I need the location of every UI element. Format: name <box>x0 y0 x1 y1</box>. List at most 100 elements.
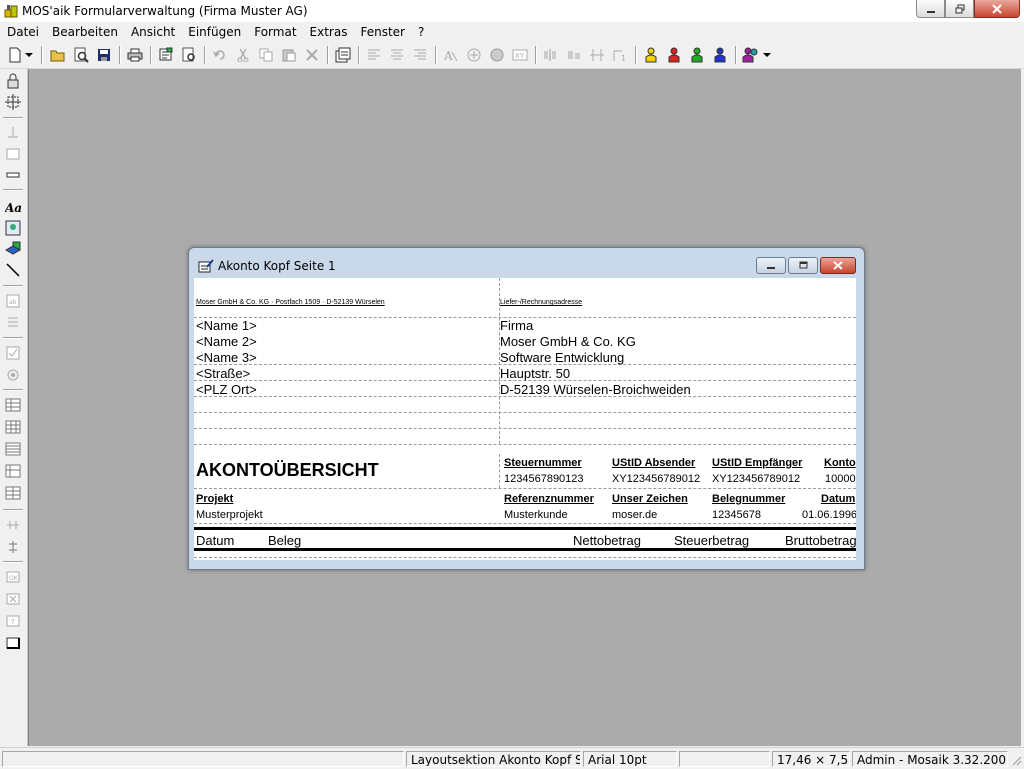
column-steuerbetrag[interactable]: Steuerbetrag <box>674 533 749 548</box>
table-tool-2[interactable] <box>5 419 21 435</box>
user-yellow-button[interactable] <box>642 46 660 64</box>
column-nettobetrag[interactable]: Nettobetrag <box>573 533 641 548</box>
users-dropdown-button[interactable] <box>762 46 772 64</box>
column-beleg[interactable]: Beleg <box>268 533 301 548</box>
sender-address-line-1[interactable]: Firma <box>500 318 533 333</box>
header-belegnummer[interactable]: Belegnummer <box>712 493 785 505</box>
menu-datei[interactable]: Datei <box>0 25 45 39</box>
snap-button[interactable]: 1 <box>611 46 629 64</box>
print-preview-button[interactable] <box>157 46 175 64</box>
line-field-tool[interactable] <box>5 167 21 183</box>
copy-button[interactable] <box>257 46 275 64</box>
user-green-button[interactable] <box>688 46 706 64</box>
child-close-button[interactable] <box>820 257 856 274</box>
table-tool-5[interactable] <box>5 485 21 501</box>
distribute-tool-2[interactable] <box>5 539 21 555</box>
close-button[interactable] <box>974 0 1020 18</box>
cancel-tool[interactable] <box>5 591 21 607</box>
sender-address-line-2[interactable]: Moser GmbH & Co. KG <box>500 334 636 349</box>
help-tool[interactable]: ? <box>5 613 21 629</box>
table-tool-1[interactable] <box>5 397 21 413</box>
cursor-tool[interactable] <box>5 124 21 140</box>
frame-tool[interactable] <box>5 635 21 651</box>
image-tool[interactable] <box>5 220 21 236</box>
check-tool[interactable] <box>5 345 21 361</box>
align-center-button[interactable] <box>388 46 406 64</box>
ok-tool[interactable]: OK <box>5 569 21 585</box>
header-unser-zeichen[interactable]: Unser Zeichen <box>612 493 688 505</box>
value-unser-zeichen[interactable]: moser.de <box>612 509 657 521</box>
save-button[interactable] <box>95 46 113 64</box>
arrange-button[interactable] <box>542 46 560 64</box>
users-button[interactable] <box>742 46 760 64</box>
header-projekt[interactable]: Projekt <box>196 493 233 505</box>
menu-extras[interactable]: Extras <box>303 25 354 39</box>
new-dropdown-button[interactable] <box>24 46 34 64</box>
header-referenznummer[interactable]: Referenznummer <box>504 493 594 505</box>
search-button[interactable] <box>72 46 90 64</box>
child-minimize-button[interactable] <box>756 257 786 274</box>
text-tool[interactable]: Aa <box>5 199 21 215</box>
child-restore-button[interactable] <box>788 257 818 274</box>
option-tool[interactable] <box>5 367 21 383</box>
print-button[interactable] <box>126 46 144 64</box>
header-konto[interactable]: Konto <box>824 457 856 469</box>
table-tool-3[interactable] <box>5 441 21 457</box>
value-projekt[interactable]: Musterprojekt <box>196 509 263 521</box>
line-tool[interactable] <box>5 262 21 278</box>
open-button[interactable] <box>49 46 67 64</box>
menu-format[interactable]: Format <box>247 25 302 39</box>
form-heading[interactable]: AKONTOÜBERSICHT <box>196 460 379 481</box>
form-layout-canvas[interactable]: Moser GmbH & Co. KG · Postfach 1509 · D-… <box>194 278 856 560</box>
placeholder-name-3[interactable]: <Name 3> <box>196 350 257 365</box>
lock-tool[interactable] <box>5 73 21 89</box>
placeholder-name-1[interactable]: <Name 1> <box>196 318 257 333</box>
column-datum[interactable]: Datum <box>196 533 234 548</box>
new-document-button[interactable] <box>6 46 24 64</box>
value-belegnummer[interactable]: 12345678 <box>712 509 761 521</box>
field-button[interactable] <box>465 46 483 64</box>
value-datum[interactable]: 01.06.1996 <box>802 509 856 521</box>
placeholder-street[interactable]: <Straße> <box>196 366 250 381</box>
minimize-button[interactable] <box>916 0 945 18</box>
child-window[interactable]: Akonto Kopf Seite 1 Moser GmbH & Co. KG … <box>188 247 865 570</box>
restore-button[interactable] <box>945 0 974 18</box>
properties-button[interactable] <box>334 46 352 64</box>
resize-grip-icon[interactable] <box>1010 754 1022 766</box>
value-konto[interactable]: 10000 <box>825 473 856 485</box>
header-steuernummer[interactable]: Steuernummer <box>504 457 582 469</box>
preview-button[interactable] <box>180 46 198 64</box>
align-right-button[interactable] <box>411 46 429 64</box>
user-blue-button[interactable] <box>711 46 729 64</box>
font-button[interactable]: A <box>442 46 460 64</box>
shape-tool[interactable] <box>5 241 21 257</box>
menu-einfuegen[interactable]: Einfügen <box>181 25 247 39</box>
value-ustid-absender[interactable]: XY123456789012 <box>612 473 700 485</box>
menu-bearbeiten[interactable]: Bearbeiten <box>45 25 124 39</box>
paste-button[interactable] <box>280 46 298 64</box>
size-button[interactable] <box>565 46 583 64</box>
sender-address-line-5[interactable]: D-52139 Würselen-Broichweiden <box>500 382 691 397</box>
menu-fenster[interactable]: Fenster <box>353 25 411 39</box>
grid-button[interactable] <box>588 46 606 64</box>
area-tool[interactable] <box>5 145 21 161</box>
header-datum[interactable]: Datum <box>821 493 855 505</box>
undo-button[interactable] <box>211 46 229 64</box>
align-left-button[interactable] <box>365 46 383 64</box>
distribute-tool-1[interactable] <box>5 517 21 533</box>
table-tool-4[interactable] <box>5 463 21 479</box>
menu-ansicht[interactable]: Ansicht <box>124 25 181 39</box>
sender-address-line-4[interactable]: Hauptstr. 50 <box>500 366 570 381</box>
text-field-button[interactable]: XY <box>511 46 529 64</box>
user-red-button[interactable] <box>665 46 683 64</box>
placeholder-name-2[interactable]: <Name 2> <box>196 334 257 349</box>
value-ustid-empfaenger[interactable]: XY123456789012 <box>712 473 800 485</box>
column-bruttobetrag[interactable]: Bruttobetrag <box>785 533 856 548</box>
placeholder-zip-city[interactable]: <PLZ Ort> <box>196 382 257 397</box>
value-referenznummer[interactable]: Musterkunde <box>504 509 568 521</box>
image-button[interactable] <box>488 46 506 64</box>
select-tool[interactable] <box>5 94 21 110</box>
cut-button[interactable] <box>234 46 252 64</box>
header-ustid-absender[interactable]: UStID Absender <box>612 457 695 469</box>
header-ustid-empfaenger[interactable]: UStID Empfänger <box>712 457 802 469</box>
